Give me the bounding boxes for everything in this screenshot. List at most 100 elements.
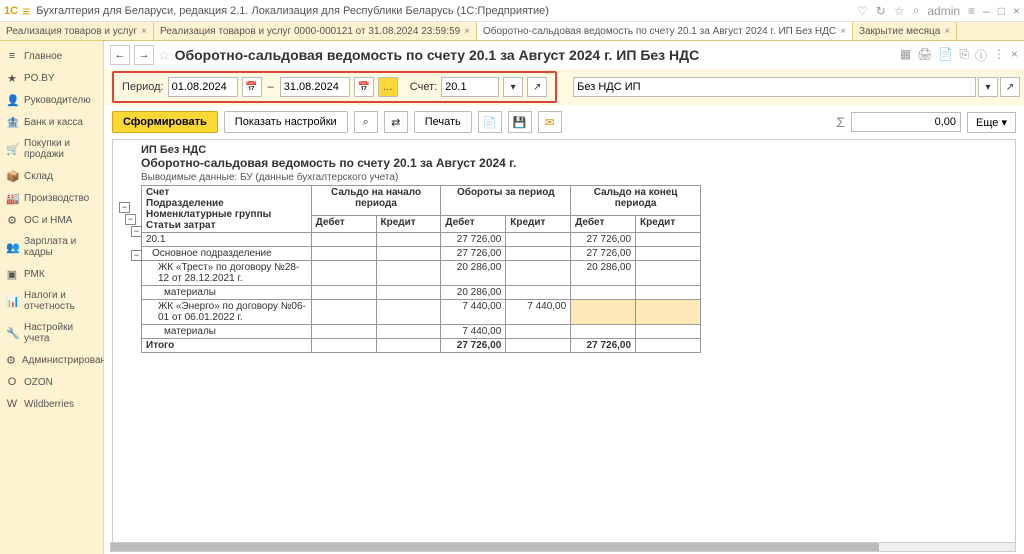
scrollbar-h[interactable] [110, 542, 1016, 552]
table-row[interactable]: материалы20 286,00 [142, 286, 701, 300]
hdr-closing: Сальдо на конец периода [571, 186, 701, 216]
table-row[interactable]: ЖК «Трест» по договору №28-12 от 28.12.2… [142, 261, 701, 286]
hdr-icon2[interactable]: 🖨 [917, 47, 932, 64]
sigma-icon[interactable]: Σ [836, 114, 845, 130]
sidebar-item[interactable]: 👥Зарплата и кадры [0, 231, 103, 263]
nav-label: Зарплата и кадры [24, 236, 97, 258]
nav-label: Покупки и продажи [24, 138, 97, 160]
history-icon[interactable]: ↻ [876, 4, 886, 18]
minimize-icon[interactable]: – [983, 4, 990, 18]
sidebar-item[interactable]: ⚙ОС и НМА [0, 209, 103, 231]
nav-label: PO.BY [24, 73, 55, 84]
nav-label: Главное [24, 51, 62, 62]
tab[interactable]: Оборотно-сальдовая ведомость по счету 20… [477, 22, 853, 40]
nav-icon: 🏦 [6, 116, 18, 128]
calendar-to-icon[interactable]: 📅 [354, 77, 374, 97]
toolbar: Сформировать Показать настройки ⌕ ⇄ Печа… [104, 105, 1024, 139]
menu2-icon[interactable]: ≡ [968, 4, 975, 18]
find-next-icon[interactable]: ⇄ [384, 111, 408, 133]
tab-close-icon[interactable]: × [944, 26, 950, 37]
hdr-close-icon[interactable]: × [1011, 47, 1018, 64]
email-icon[interactable]: ✉ [538, 111, 562, 133]
maximize-icon[interactable]: □ [998, 4, 1005, 18]
hdr-icon1[interactable]: ▦ [900, 47, 911, 64]
star-icon[interactable]: ☆ [894, 4, 905, 18]
org-select-icon[interactable]: ▾ [978, 77, 998, 97]
sidebar-item[interactable]: 🛒Покупки и продажи [0, 133, 103, 165]
nav-label: Производство [24, 193, 89, 204]
more-button[interactable]: Еще ▾ [967, 112, 1016, 133]
report-title: Оборотно-сальдовая ведомость по счету 20… [141, 156, 1011, 170]
titlebar: 1C ≡ Бухгалтерия для Беларуси, редакция … [0, 0, 1024, 22]
sidebar-item[interactable]: 📊 Налоги и отчетность [0, 285, 103, 317]
save-report-icon[interactable]: 📄 [478, 111, 502, 133]
hdr-icon5[interactable]: ⓘ [975, 47, 987, 64]
table-row[interactable]: ЖК «Энерго» по договору №06-01 от 06.01.… [142, 300, 701, 325]
date-to-input[interactable] [280, 77, 350, 97]
table-row[interactable]: материалы7 440,00 [142, 325, 701, 339]
tab-close-icon[interactable]: × [840, 26, 846, 37]
save-disk-icon[interactable]: 💾 [508, 111, 532, 133]
sidebar-item[interactable]: ⚙Администрирование [0, 349, 103, 371]
account-select-icon[interactable]: ▾ [503, 77, 523, 97]
tab[interactable]: Реализация товаров и услуг 0000-000121 о… [154, 22, 477, 40]
tab[interactable]: Реализация товаров и услуг× [0, 22, 154, 40]
sidebar-item[interactable]: 🔧Настройки учета [0, 317, 103, 349]
find-icon[interactable]: ⌕ [354, 111, 378, 133]
back-button[interactable]: ← [110, 45, 130, 65]
nav-icon: 📊 [6, 295, 18, 307]
menu-icon[interactable]: ≡ [22, 3, 30, 19]
sidebar-item[interactable]: 🏦Банк и касса [0, 111, 103, 133]
sum-input[interactable] [851, 112, 961, 132]
sidebar-item[interactable]: ≡Главное [0, 45, 103, 67]
dash: – [266, 81, 276, 93]
tab-close-icon[interactable]: × [464, 26, 470, 37]
sidebar-item[interactable]: ▣РМК [0, 263, 103, 285]
nav-label: OZON [24, 377, 53, 388]
account-open-icon[interactable]: ↗ [527, 77, 547, 97]
sidebar-item[interactable]: 👤 Руководителю [0, 89, 103, 111]
sidebar-item[interactable]: 🏭Производство [0, 187, 103, 209]
date-from-input[interactable] [168, 77, 238, 97]
account-input[interactable] [441, 77, 499, 97]
sidebar-item[interactable]: WWildberries [0, 393, 103, 415]
sidebar-item[interactable]: OOZON [0, 371, 103, 393]
hdr-opening: Сальдо на начало периода [311, 186, 441, 216]
show-settings-button[interactable]: Показать настройки [224, 111, 348, 133]
org-input[interactable] [573, 77, 976, 97]
tree-toggle[interactable]: − [125, 214, 136, 225]
tree-toggle[interactable]: − [131, 226, 142, 237]
table-row[interactable]: Основное подразделение27 726,0027 726,00 [142, 247, 701, 261]
close-icon[interactable]: × [1013, 4, 1020, 18]
nav-icon: W [6, 398, 18, 410]
forward-button[interactable]: → [134, 45, 154, 65]
org-open-icon[interactable]: ↗ [1000, 77, 1020, 97]
nav-icon: 👤 [6, 94, 18, 106]
nav-label: Налоги и отчетность [24, 290, 97, 312]
user-label: admin [927, 4, 960, 18]
hdr-menu-icon[interactable]: ⋮ [993, 47, 1005, 64]
sidebar-item[interactable]: 📦Склад [0, 165, 103, 187]
tab[interactable]: Закрытие месяца× [853, 22, 957, 40]
bell-icon[interactable]: ♡ [857, 4, 868, 18]
hdr-d3: Дебет [571, 216, 636, 233]
report-area: ИП Без НДС Оборотно-сальдовая ведомость … [112, 139, 1016, 546]
hdr-c1: Кредит [376, 216, 441, 233]
hdr-icon4[interactable]: ⎘ [959, 47, 969, 64]
hdr-icon3[interactable]: 📄 [938, 47, 953, 64]
nav-label: ОС и НМА [24, 215, 72, 226]
search-icon[interactable]: ⌕ [913, 3, 920, 18]
tree-toggle[interactable]: − [131, 250, 142, 261]
tree-toggle[interactable]: − [119, 202, 130, 213]
sidebar: ≡Главное★PO.BY 👤 Руководителю 🏦Банк и касса… [0, 41, 104, 554]
table-row[interactable]: 20.127 726,0027 726,00 [142, 233, 701, 247]
params-bar: Период: 📅 – 📅 … Счет: ▾ ↗ ▾ ↗ [104, 69, 1024, 105]
print-button[interactable]: Печать [414, 111, 472, 133]
generate-button[interactable]: Сформировать [112, 111, 218, 133]
sidebar-item[interactable]: ★PO.BY [0, 67, 103, 89]
period-picker-button[interactable]: … [378, 77, 398, 97]
favorite-icon[interactable]: ☆ [158, 47, 171, 64]
tab-close-icon[interactable]: × [141, 26, 147, 37]
calendar-from-icon[interactable]: 📅 [242, 77, 262, 97]
nav-label: Руководителю [24, 95, 91, 106]
